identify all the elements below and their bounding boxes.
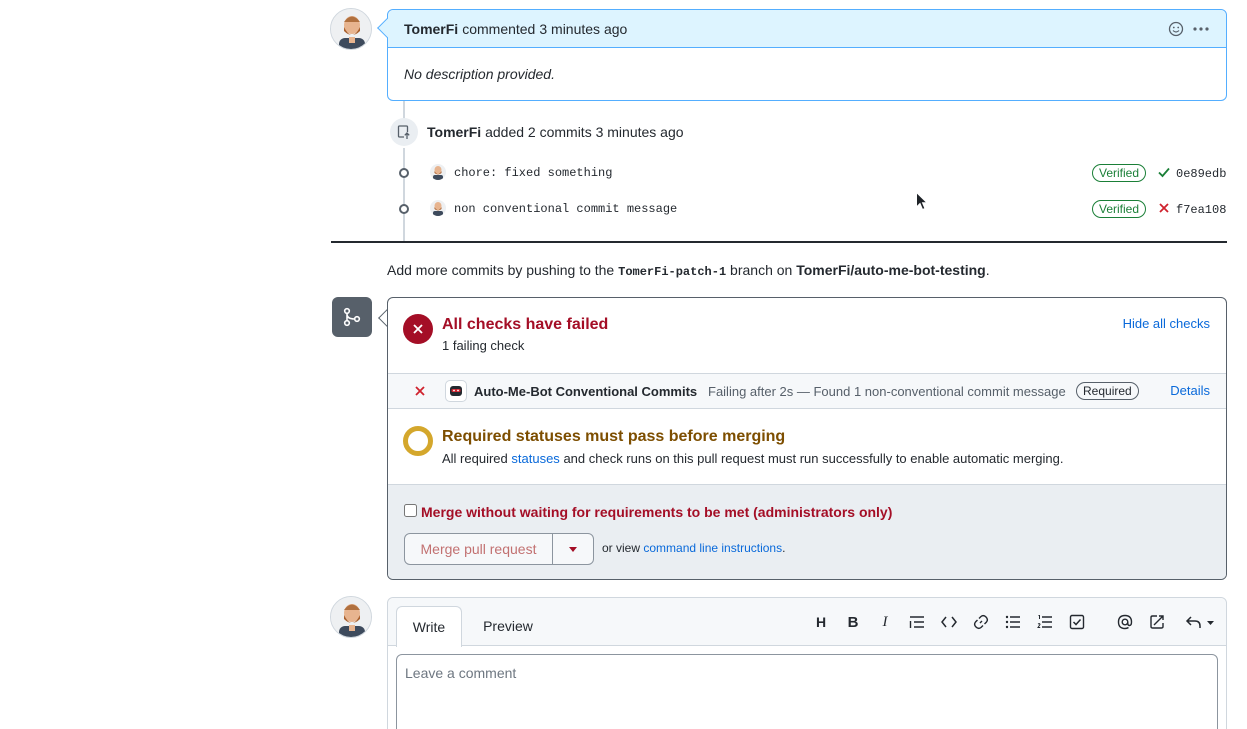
ordered-list-icon[interactable] [1035, 612, 1055, 632]
commit-author-avatar[interactable] [430, 200, 446, 216]
pending-status-icon [403, 426, 433, 456]
checks-subtitle: 1 failing check [442, 338, 525, 353]
comment-textarea[interactable]: Leave a comment [396, 654, 1218, 729]
saved-replies-icon[interactable] [1184, 612, 1216, 632]
bold-button[interactable]: B [843, 612, 863, 632]
push-hint-suffix: . [985, 262, 990, 278]
check-details-link[interactable]: Details [1170, 383, 1210, 398]
commits-event-header: TomerFi added 2 commits 3 minutes ago [427, 124, 684, 140]
push-hint-middle: branch on [730, 262, 793, 278]
checks-title: All checks have failed [442, 316, 609, 333]
merge-method-dropdown[interactable] [553, 534, 593, 564]
commit-node-icon [399, 168, 409, 178]
mouse-cursor-icon [916, 191, 929, 214]
italic-button[interactable]: I [875, 612, 895, 632]
merge-section: Merge without waiting for requirements t… [388, 484, 1226, 579]
comment-author[interactable]: TomerFi [404, 21, 458, 37]
cli-hint-suffix: . [782, 541, 786, 555]
task-list-icon[interactable] [1067, 612, 1087, 632]
checks-failed-icon [403, 314, 433, 344]
check-row: Auto-Me-Bot Conventional Commits Failing… [388, 373, 1226, 409]
commits-event-time[interactable]: 3 minutes ago [596, 124, 684, 140]
caret-down-icon [569, 546, 577, 552]
or-view-text: or view [602, 541, 641, 555]
statuses-link[interactable]: statuses [511, 451, 559, 466]
command-line-instructions-link[interactable]: command line instructions [643, 541, 782, 555]
comment-time[interactable]: 3 minutes ago [539, 21, 627, 37]
timeline-line [403, 148, 405, 241]
branch-name[interactable]: TomerFi-patch-1 [618, 265, 726, 279]
kebab-menu-icon[interactable] [1192, 21, 1210, 37]
required-statuses-suffix: and check runs on this pull request must… [563, 451, 1064, 466]
commit-message-link[interactable]: non conventional commit message [454, 202, 677, 216]
tab-write[interactable]: Write [396, 606, 462, 647]
commits-event-action: added 2 commits [485, 124, 592, 140]
merge-button-group: Merge pull request [404, 533, 594, 565]
avatar[interactable] [330, 596, 372, 638]
comment-box: TomerFi commented 3 minutes ago No descr… [377, 9, 1227, 101]
commit-message-link[interactable]: chore: fixed something [454, 166, 612, 180]
repo-push-icon [390, 118, 418, 146]
commits-event-author[interactable]: TomerFi [427, 124, 481, 140]
comment-body: No description provided. [404, 66, 555, 82]
push-hint: Add more commits by pushing to the Tomer… [387, 262, 990, 279]
commit-node-icon [399, 204, 409, 214]
repo-name-link[interactable]: TomerFi/auto-me-bot-testing [796, 262, 986, 278]
add-reaction-icon[interactable] [1168, 21, 1184, 37]
check-success-icon[interactable] [1157, 165, 1171, 182]
commit-author-avatar[interactable] [430, 164, 446, 180]
merge-icon [332, 297, 372, 337]
required-statuses-title: Required statuses must pass before mergi… [442, 428, 786, 445]
cli-hint: or view command line instructions. [602, 541, 785, 555]
heading-button[interactable]: H [811, 612, 831, 632]
comment-header: TomerFi commented 3 minutes ago [388, 10, 1226, 48]
commit-sha-link[interactable]: 0e89edb [1176, 167, 1226, 181]
tab-preview[interactable]: Preview [472, 606, 544, 646]
cross-reference-icon[interactable] [1147, 612, 1167, 632]
commit-sha-link[interactable]: f7ea108 [1176, 203, 1226, 217]
mention-icon[interactable] [1115, 612, 1135, 632]
check-description: Failing after 2s — Found 1 non-conventio… [708, 384, 1066, 399]
timeline-divider [331, 241, 1227, 243]
new-comment-box: Write Preview Leave a comment [387, 597, 1227, 729]
required-statuses-text: All required statuses and check runs on … [442, 451, 1063, 466]
unordered-list-icon[interactable] [1003, 612, 1023, 632]
check-failure-icon [413, 384, 427, 401]
bypass-requirements-label[interactable]: Merge without waiting for requirements t… [421, 504, 892, 520]
avatar-image-icon [331, 9, 371, 49]
code-icon[interactable] [939, 612, 959, 632]
avatar-image-icon [331, 597, 371, 637]
check-name: Auto-Me-Bot Conventional Commits [474, 384, 698, 399]
quote-icon[interactable] [907, 612, 927, 632]
link-icon[interactable] [971, 612, 991, 632]
hide-all-checks-button[interactable]: Hide all checks [1123, 316, 1210, 331]
verified-badge[interactable]: Verified [1092, 164, 1147, 182]
required-statuses-prefix: All required [442, 451, 508, 466]
merge-pull-request-button[interactable]: Merge pull request [405, 534, 553, 564]
verified-badge[interactable]: Verified [1092, 200, 1147, 218]
required-badge: Required [1076, 382, 1139, 400]
comment-placeholder: Leave a comment [405, 665, 517, 681]
push-hint-prefix: Add more commits by pushing to the [387, 262, 615, 278]
merge-box: All checks have failed 1 failing check H… [387, 297, 1227, 580]
bypass-requirements-checkbox[interactable] [404, 504, 417, 517]
comment-action: commented [462, 20, 536, 37]
avatar[interactable] [330, 8, 372, 50]
timeline-line [403, 101, 405, 119]
check-failure-icon[interactable] [1157, 201, 1171, 218]
app-logo-icon [445, 380, 467, 402]
